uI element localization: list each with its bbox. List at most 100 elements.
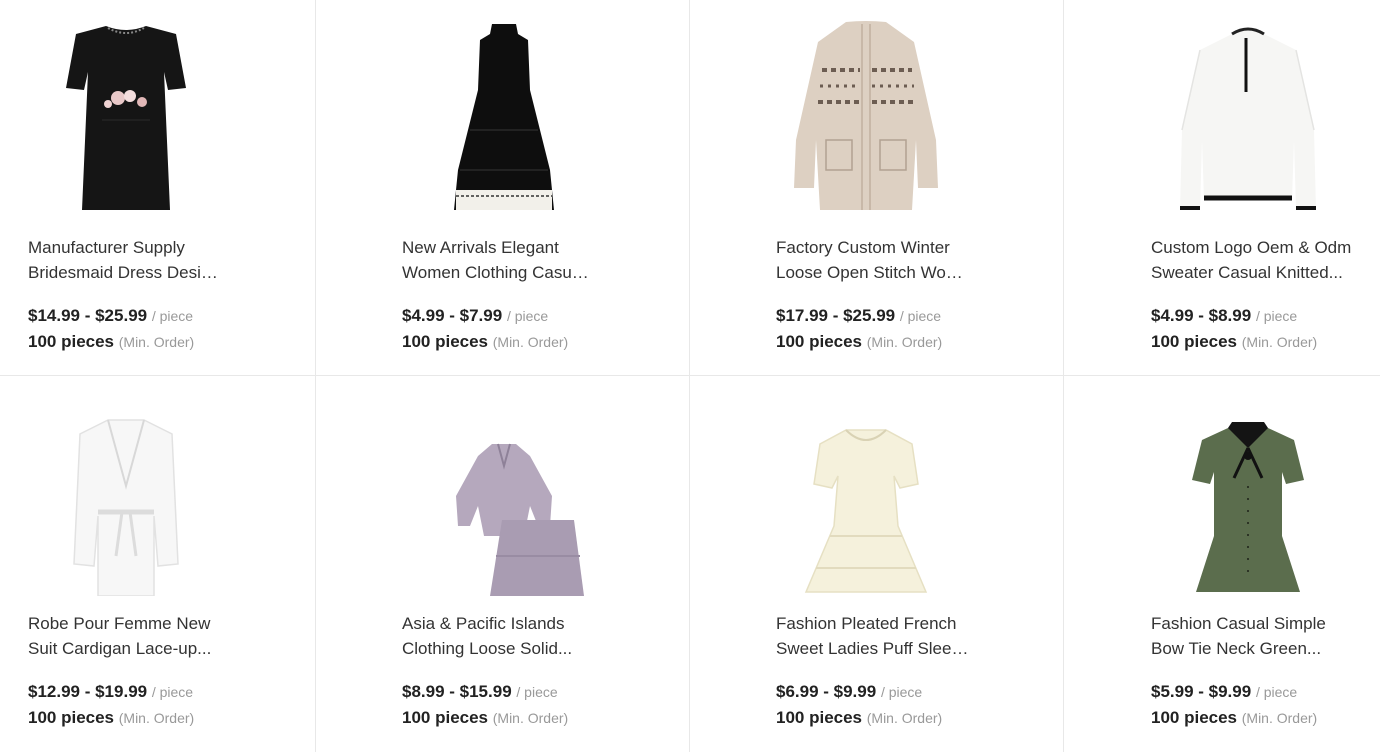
product-title-line1: Custom Logo Oem & Odm: [1151, 238, 1352, 257]
min-order-label: (Min. Order): [1241, 710, 1318, 726]
min-order-quantity: 100 pieces: [28, 708, 115, 727]
price-unit: / piece: [151, 308, 194, 324]
min-order-quantity: 100 pieces: [402, 708, 489, 727]
product-price: $6.99 - $9.99: [776, 682, 877, 701]
min-order-label: (Min. Order): [492, 334, 569, 350]
moq-row: 100 pieces (Min. Order): [28, 330, 194, 354]
product-title[interactable]: Fashion Casual Simple Bow Tie Neck Green…: [1151, 611, 1380, 661]
black-dress-icon: [66, 26, 186, 210]
row-divider: [0, 375, 1380, 376]
min-order-quantity: 100 pieces: [1151, 708, 1238, 727]
product-image[interactable]: [316, 0, 689, 228]
product-image[interactable]: [0, 0, 315, 228]
min-order-label: (Min. Order): [118, 334, 195, 350]
product-card[interactable]: New Arrivals Elegant Women Clothing Casu…: [316, 0, 689, 375]
min-order-quantity: 100 pieces: [776, 708, 863, 727]
product-card[interactable]: Asia & Pacific Islands Clothing Loose So…: [316, 376, 689, 752]
product-title-line1: Asia & Pacific Islands: [402, 614, 565, 633]
product-image[interactable]: [0, 376, 315, 604]
price-row: $12.99 - $19.99 / piece: [28, 680, 193, 704]
price-unit: / piece: [516, 684, 558, 700]
white-sweater-icon: [1180, 27, 1316, 210]
moq-row: 100 pieces (Min. Order): [1151, 706, 1317, 730]
price-unit: / piece: [1255, 684, 1298, 700]
product-title-line2: Loose Open Stitch Wool...: [776, 263, 971, 282]
product-card[interactable]: Robe Pour Femme New Suit Cardigan Lace-u…: [0, 376, 315, 752]
product-image[interactable]: [1064, 0, 1380, 228]
product-title[interactable]: Robe Pour Femme New Suit Cardigan Lace-u…: [28, 611, 268, 661]
white-robe-icon: [73, 419, 179, 596]
product-image[interactable]: [1064, 376, 1380, 604]
product-price: $14.99 - $25.99: [28, 306, 148, 325]
moq-row: 100 pieces (Min. Order): [402, 330, 568, 354]
moq-row: 100 pieces (Min. Order): [776, 706, 942, 730]
green-dress-icon: [1192, 422, 1304, 592]
product-title-line1: New Arrivals Elegant: [402, 238, 559, 257]
product-card[interactable]: Custom Logo Oem & Odm Sweater Casual Kni…: [1064, 0, 1380, 375]
product-card[interactable]: Fashion Pleated French Sweet Ladies Puff…: [690, 376, 1063, 752]
product-title[interactable]: Fashion Pleated French Sweet Ladies Puff…: [776, 611, 1016, 661]
column-divider: [1063, 0, 1064, 752]
product-image[interactable]: [690, 376, 1063, 604]
price-row: $4.99 - $8.99 / piece: [1151, 304, 1297, 328]
black-tiered-dress-icon: [454, 24, 554, 210]
product-title-line2: Bridesmaid Dress Desig...: [28, 263, 223, 282]
product-grid: Manufacturer Supply Bridesmaid Dress Des…: [0, 0, 1380, 752]
moq-row: 100 pieces (Min. Order): [28, 706, 194, 730]
lavender-set-icon: [456, 443, 584, 596]
product-title-line1: Fashion Pleated French: [776, 614, 957, 633]
beige-cardigan-icon: [794, 21, 938, 210]
min-order-label: (Min. Order): [1241, 334, 1318, 350]
price-unit: / piece: [151, 684, 194, 700]
price-row: $14.99 - $25.99 / piece: [28, 304, 193, 328]
product-title[interactable]: Manufacturer Supply Bridesmaid Dress Des…: [28, 235, 268, 285]
price-row: $4.99 - $7.99 / piece: [402, 304, 548, 328]
moq-row: 100 pieces (Min. Order): [1151, 330, 1317, 354]
product-price: $4.99 - $8.99: [1151, 306, 1252, 325]
price-unit: / piece: [506, 308, 549, 324]
min-order-quantity: 100 pieces: [1151, 332, 1238, 351]
product-image[interactable]: [690, 0, 1063, 228]
column-divider: [689, 0, 690, 752]
product-title-line2: Clothing Loose Solid...: [402, 639, 573, 658]
product-title-line1: Factory Custom Winter: [776, 238, 950, 257]
min-order-label: (Min. Order): [866, 334, 943, 350]
product-title[interactable]: Custom Logo Oem & Odm Sweater Casual Kni…: [1151, 235, 1380, 285]
price-unit: / piece: [880, 684, 923, 700]
price-row: $5.99 - $9.99 / piece: [1151, 680, 1297, 704]
product-title-line2: Suit Cardigan Lace-up...: [28, 639, 212, 658]
price-row: $17.99 - $25.99 / piece: [776, 304, 941, 328]
product-price: $5.99 - $9.99: [1151, 682, 1252, 701]
product-title[interactable]: Asia & Pacific Islands Clothing Loose So…: [402, 611, 642, 661]
product-title-line1: Robe Pour Femme New: [28, 614, 211, 633]
min-order-label: (Min. Order): [866, 710, 943, 726]
min-order-quantity: 100 pieces: [402, 332, 489, 351]
product-price: $4.99 - $7.99: [402, 306, 503, 325]
min-order-quantity: 100 pieces: [28, 332, 115, 351]
product-title[interactable]: New Arrivals Elegant Women Clothing Casu…: [402, 235, 642, 285]
product-card[interactable]: Fashion Casual Simple Bow Tie Neck Green…: [1064, 376, 1380, 752]
product-title[interactable]: Factory Custom Winter Loose Open Stitch …: [776, 235, 1016, 285]
cream-dress-icon: [804, 429, 928, 593]
price-row: $6.99 - $9.99 / piece: [776, 680, 922, 704]
min-order-label: (Min. Order): [492, 710, 569, 726]
product-card[interactable]: Manufacturer Supply Bridesmaid Dress Des…: [0, 0, 315, 375]
min-order-quantity: 100 pieces: [776, 332, 863, 351]
moq-row: 100 pieces (Min. Order): [776, 330, 942, 354]
product-price: $12.99 - $19.99: [28, 682, 148, 701]
product-title-line2: Sweater Casual Knitted...: [1151, 263, 1343, 282]
product-price: $8.99 - $15.99: [402, 682, 512, 701]
product-price: $17.99 - $25.99: [776, 306, 896, 325]
product-title-line1: Fashion Casual Simple: [1151, 614, 1326, 633]
product-title-line2: Women Clothing Casual...: [402, 263, 597, 282]
price-unit: / piece: [899, 308, 942, 324]
column-divider: [315, 0, 316, 752]
price-row: $8.99 - $15.99 / piece: [402, 680, 558, 704]
moq-row: 100 pieces (Min. Order): [402, 706, 568, 730]
product-image[interactable]: [316, 376, 689, 604]
product-title-line2: Bow Tie Neck Green...: [1151, 639, 1322, 658]
product-title-line1: Manufacturer Supply: [28, 238, 185, 257]
price-unit: / piece: [1255, 308, 1298, 324]
min-order-label: (Min. Order): [118, 710, 195, 726]
product-card[interactable]: Factory Custom Winter Loose Open Stitch …: [690, 0, 1063, 375]
